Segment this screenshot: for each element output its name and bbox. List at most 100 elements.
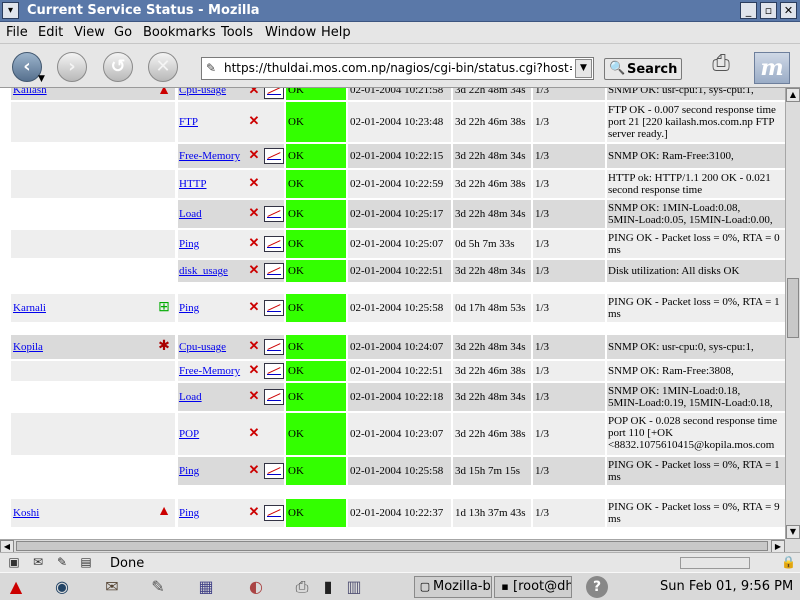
- service-link[interactable]: Load: [179, 208, 202, 220]
- duration-text: 3d 22h 46m 38s: [455, 178, 526, 190]
- service-cell: Ping ✕: [178, 294, 284, 322]
- address-book-icon[interactable]: ▤: [78, 555, 94, 571]
- url-input[interactable]: https://thuldai.mos.com.np/nagios/cgi-bi…: [224, 61, 572, 75]
- last-check-text: 02-01-2004 10:23:07: [350, 428, 444, 440]
- page-content: Kailash ▲ Cpu-usage ✕ OK 02-01-2004 10:2…: [0, 88, 785, 539]
- host-link[interactable]: Koshi: [13, 507, 39, 519]
- horizontal-scroll-thumb[interactable]: [16, 541, 768, 551]
- performance-graph-icon[interactable]: [264, 339, 284, 355]
- table-row: Ping ✕ OK 02-01-2004 10:25:07 0d 5h 7m 3…: [0, 230, 785, 258]
- service-link[interactable]: HTTP: [179, 178, 207, 190]
- menu-go[interactable]: Go: [114, 25, 132, 40]
- task-mozilla[interactable]: ▢ Mozilla-bi: [414, 576, 492, 598]
- service-link[interactable]: Cpu-usage: [179, 341, 226, 353]
- performance-graph-icon[interactable]: [264, 300, 284, 316]
- service-link[interactable]: disk_usage: [179, 265, 228, 277]
- performance-graph-icon[interactable]: [264, 363, 284, 379]
- back-history-dropdown-icon[interactable]: ▼: [38, 74, 45, 84]
- service-link[interactable]: Ping: [179, 238, 199, 250]
- clock[interactable]: Sun Feb 01, 9:56 PM: [660, 579, 793, 594]
- task-terminal[interactable]: ▪ [root@dhr: [494, 576, 572, 598]
- minimize-button[interactable]: _: [740, 2, 757, 19]
- performance-graph-icon[interactable]: [264, 389, 284, 405]
- last-check-text: 02-01-2004 10:22:37: [350, 507, 444, 519]
- host-link[interactable]: Kailash: [13, 88, 47, 96]
- forward-button[interactable]: ›: [57, 52, 87, 82]
- status-info-cell: POP OK - 0.028 second response time port…: [607, 413, 785, 455]
- performance-graph-icon[interactable]: [264, 88, 284, 99]
- performance-graph-icon[interactable]: [264, 148, 284, 164]
- service-link[interactable]: POP: [179, 428, 199, 440]
- search-button[interactable]: 🔍 Search: [604, 58, 682, 80]
- workspace-switcher-icon[interactable]: ▥: [342, 576, 366, 598]
- menu-window[interactable]: Window: [265, 25, 316, 40]
- stop-button[interactable]: ✕: [148, 52, 178, 82]
- service-link[interactable]: Cpu-usage: [179, 88, 226, 96]
- navigator-icon[interactable]: ▣: [6, 555, 22, 571]
- attempt-text: 1/3: [535, 341, 550, 353]
- performance-graph-icon[interactable]: [264, 463, 284, 479]
- mozilla-throbber-icon[interactable]: m: [754, 52, 790, 84]
- last-check-text: 02-01-2004 10:22:51: [350, 265, 444, 277]
- maximize-button[interactable]: ▫: [760, 2, 777, 19]
- performance-graph-icon[interactable]: [264, 263, 284, 279]
- print-manager-launcher-icon[interactable]: ⎙: [290, 576, 314, 598]
- last-check-text: 02-01-2004 10:22:15: [350, 150, 444, 162]
- performance-graph-icon[interactable]: [264, 206, 284, 222]
- status-text: OK: [288, 88, 304, 96]
- menu-view[interactable]: View: [74, 25, 105, 40]
- attempt-cell: 1/3: [533, 499, 605, 527]
- service-cell: Free-Memory ✕: [178, 144, 284, 168]
- notifications-disabled-icon: ✕: [248, 338, 260, 353]
- web-browser-launcher-icon[interactable]: ◉: [50, 576, 74, 598]
- security-lock-icon[interactable]: 🔒: [781, 555, 796, 569]
- menu-edit[interactable]: Edit: [38, 25, 63, 40]
- performance-graph-icon[interactable]: [264, 236, 284, 252]
- vertical-scrollbar[interactable]: ▲ ▼: [785, 88, 800, 539]
- reload-button[interactable]: ↺: [103, 52, 133, 82]
- service-link[interactable]: Ping: [179, 507, 199, 519]
- status-info-cell: HTTP ok: HTTP/1.1 200 OK - 0.021 second …: [607, 170, 785, 198]
- host-link[interactable]: Karnali: [13, 302, 46, 314]
- email-launcher-icon[interactable]: ✉: [100, 576, 124, 598]
- terminal-launcher-icon[interactable]: ▮: [316, 576, 340, 598]
- duration-text: 3d 22h 48m 34s: [455, 88, 526, 96]
- bug-icon: ✱: [158, 339, 170, 354]
- attempt-text: 1/3: [535, 507, 550, 519]
- mail-icon[interactable]: ✉: [30, 555, 46, 571]
- composer-icon[interactable]: ✎: [54, 555, 70, 571]
- menu-bookmarks[interactable]: Bookmarks: [143, 25, 216, 40]
- presentation-launcher-icon[interactable]: ▦: [194, 576, 218, 598]
- service-cell: POP ✕: [178, 413, 284, 455]
- horizontal-scrollbar[interactable]: ◀ ▶: [0, 539, 785, 553]
- writer-launcher-icon[interactable]: ✎: [146, 576, 170, 598]
- service-link[interactable]: Ping: [179, 302, 199, 314]
- spreadsheet-launcher-icon[interactable]: ◐: [244, 576, 268, 598]
- scroll-up-icon[interactable]: ▲: [786, 88, 800, 102]
- table-row: Free-Memory ✕ OK 02-01-2004 10:22:15 3d …: [0, 144, 785, 168]
- menu-file[interactable]: File: [6, 25, 28, 40]
- close-button[interactable]: ✕: [780, 2, 797, 19]
- last-check-cell: 02-01-2004 10:22:59: [348, 170, 451, 198]
- service-link[interactable]: Ping: [179, 465, 199, 477]
- status-cell: OK: [286, 200, 346, 228]
- vertical-scroll-thumb[interactable]: [787, 278, 799, 338]
- performance-graph-icon[interactable]: [264, 505, 284, 521]
- scroll-down-icon[interactable]: ▼: [786, 525, 800, 539]
- status-info-cell: SNMP OK: 1MIN-Load:0.18, 5MIN-Load:0.19,…: [607, 383, 785, 411]
- main-menu-redhat-icon[interactable]: ▲: [4, 576, 28, 598]
- service-link[interactable]: Load: [179, 391, 202, 403]
- menu-help[interactable]: Help: [321, 25, 351, 40]
- host-cell: Koshi ▲: [11, 499, 175, 527]
- host-link[interactable]: Kopila: [13, 341, 43, 353]
- service-link[interactable]: FTP: [179, 116, 198, 128]
- print-icon[interactable]: ⎙: [705, 51, 737, 81]
- url-history-dropdown-icon[interactable]: ▼: [575, 59, 592, 78]
- service-link[interactable]: Free-Memory: [179, 365, 240, 377]
- help-icon[interactable]: ?: [586, 576, 608, 598]
- menu-tools[interactable]: Tools: [221, 25, 253, 40]
- url-bar[interactable]: ✎ https://thuldai.mos.com.np/nagios/cgi-…: [201, 57, 594, 80]
- page-proxy-icon[interactable]: ✎: [206, 61, 216, 75]
- window-menu-icon[interactable]: ▾: [2, 2, 19, 19]
- service-link[interactable]: Free-Memory: [179, 150, 240, 162]
